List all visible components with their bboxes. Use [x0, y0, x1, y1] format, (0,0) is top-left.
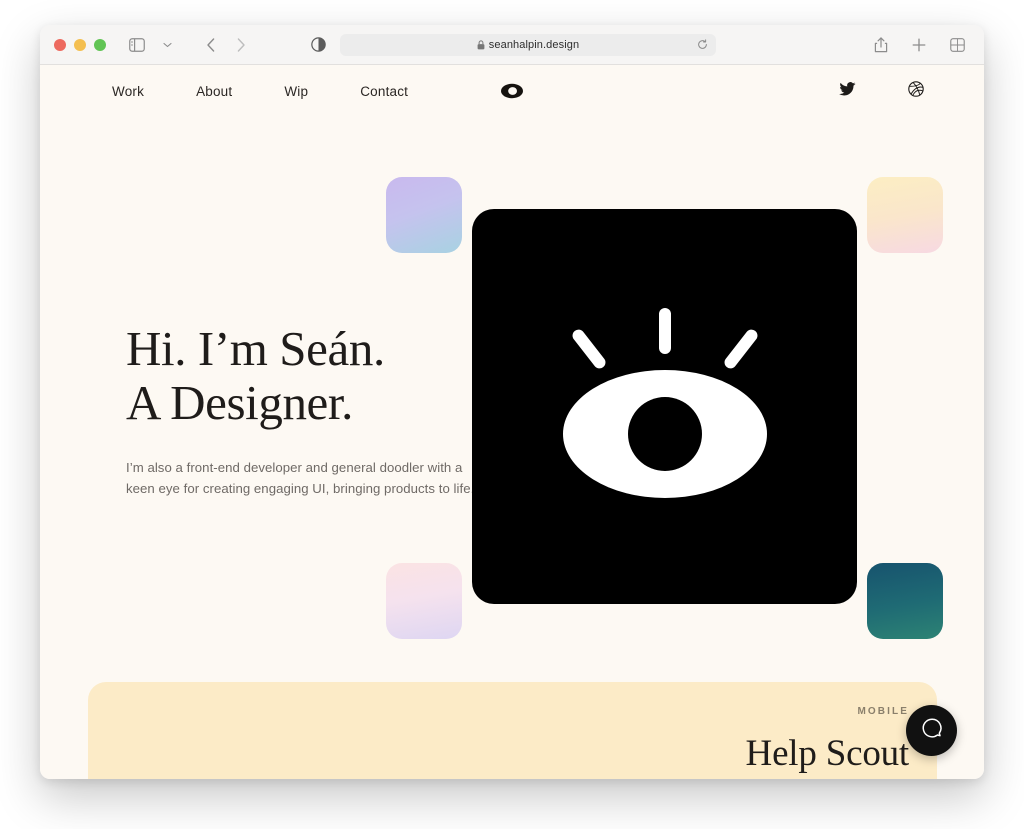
- work-card-eyebrow: MOBILE: [857, 706, 909, 717]
- toolbar-nav-group: [124, 33, 254, 57]
- chat-bubble-icon: [920, 716, 944, 745]
- hero-title-line-2: A Designer.: [126, 375, 353, 431]
- hero-title-line-1: Hi. I’m Seán.: [126, 321, 385, 376]
- close-window-button[interactable]: [54, 38, 66, 51]
- address-bar-url: seanhalpin.design: [488, 38, 580, 51]
- hero-subtitle: I’m also a front-end developer and gener…: [126, 459, 475, 497]
- hero-title: Hi. I’m Seán. A Designer.: [126, 321, 496, 431]
- work-card-text: MOBILE Help Scout: [745, 706, 910, 775]
- forward-button-icon[interactable]: [228, 33, 254, 57]
- gradient-square-top-right: [867, 177, 943, 253]
- nav-item-work[interactable]: Work: [112, 84, 144, 99]
- nav-item-contact[interactable]: Contact: [360, 84, 408, 99]
- gradient-square-bottom-left: [386, 563, 462, 639]
- browser-window: seanhalpin.design Work About Wip Contact…: [40, 25, 984, 779]
- browser-toolbar: seanhalpin.design: [40, 25, 984, 65]
- address-bar[interactable]: seanhalpin.design: [340, 33, 716, 56]
- gradient-square-bottom-right: [867, 563, 943, 639]
- address-bar-content: seanhalpin.design: [477, 39, 579, 51]
- gradient-square-top-left: [386, 177, 462, 253]
- reload-icon[interactable]: [697, 39, 708, 50]
- toolbar-right-group: [868, 33, 970, 57]
- dribbble-icon[interactable]: [908, 80, 924, 102]
- zoom-window-button[interactable]: [94, 38, 106, 51]
- window-controls: [54, 38, 106, 51]
- hero-text-block: Hi. I’m Seán. A Designer. I’m also a fro…: [126, 321, 496, 500]
- reader-view-icon[interactable]: [308, 35, 328, 55]
- tab-overview-icon[interactable]: [944, 33, 970, 57]
- back-button-icon[interactable]: [198, 33, 224, 57]
- lock-icon: [477, 39, 485, 50]
- share-icon[interactable]: [868, 33, 894, 57]
- eye-logo-icon[interactable]: [500, 79, 524, 103]
- work-card-title: Help Scout: [745, 733, 910, 774]
- hero-eye-card[interactable]: [472, 209, 857, 604]
- nav-item-about[interactable]: About: [196, 84, 232, 99]
- nav-item-wip[interactable]: Wip: [284, 84, 308, 99]
- work-card-help-scout[interactable]: MOBILE Help Scout: [88, 682, 937, 779]
- eye-with-rays-illustration-icon: [555, 302, 775, 512]
- new-tab-icon[interactable]: [906, 33, 932, 57]
- sidebar-toggle-icon[interactable]: [124, 33, 150, 57]
- nav-links: Work About Wip Contact: [112, 84, 408, 99]
- chevron-down-icon[interactable]: [154, 33, 180, 57]
- minimize-window-button[interactable]: [74, 38, 86, 51]
- website-viewport: Work About Wip Contact Hi. I’m Seán. A D…: [40, 65, 984, 779]
- nav-social-links: [839, 80, 924, 102]
- twitter-icon[interactable]: [839, 81, 856, 101]
- help-beacon-button[interactable]: [906, 705, 957, 756]
- hero-section: Hi. I’m Seán. A Designer. I’m also a fro…: [40, 117, 984, 682]
- site-navigation: Work About Wip Contact: [40, 65, 984, 117]
- page-root: seanhalpin.design Work About Wip Contact…: [0, 0, 1024, 829]
